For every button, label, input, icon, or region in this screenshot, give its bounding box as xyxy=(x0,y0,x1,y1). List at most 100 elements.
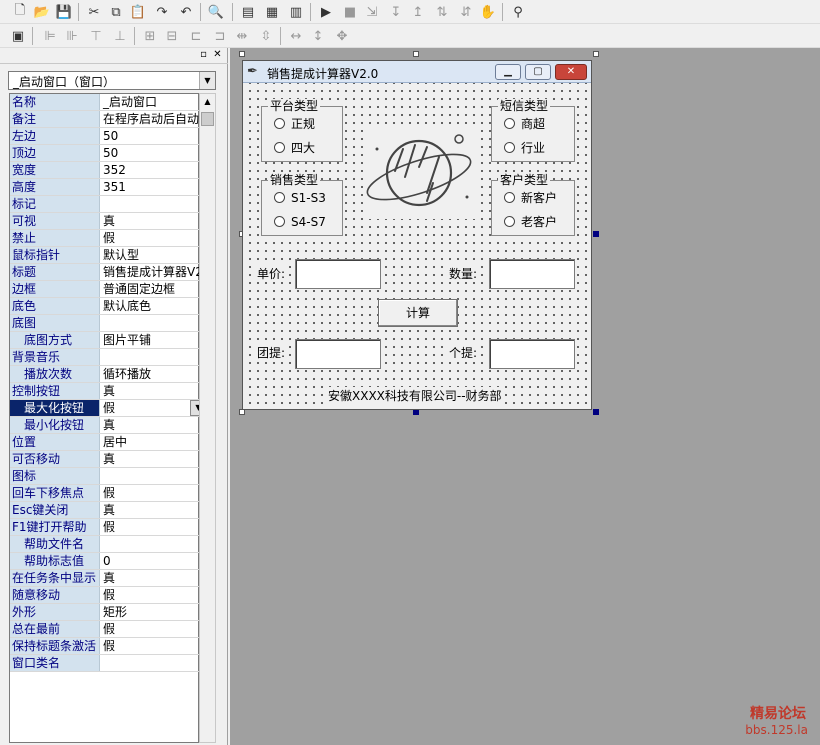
property-row[interactable]: 总在最前假 xyxy=(10,621,200,638)
copy-icon[interactable]: ⧉ xyxy=(106,2,126,22)
property-value[interactable]: 假 xyxy=(102,485,200,501)
personal-commission-input[interactable] xyxy=(489,339,575,369)
property-value[interactable]: 图片平铺 xyxy=(102,332,200,348)
scroll-up-icon[interactable]: ▲ xyxy=(200,94,215,110)
panel-close-icon[interactable]: ✕ xyxy=(212,50,223,61)
chevron-down-icon[interactable]: ▼ xyxy=(199,72,215,89)
property-row[interactable]: 边框 普通固定边框 xyxy=(10,281,200,298)
property-value[interactable]: 假 xyxy=(102,638,200,654)
open-folder-icon[interactable]: 📂 xyxy=(32,2,52,22)
property-row[interactable]: 图标 xyxy=(10,468,200,485)
resize-handle[interactable] xyxy=(593,231,599,237)
property-row[interactable]: 顶边 50 xyxy=(10,145,200,162)
property-value[interactable]: 默认型 xyxy=(102,247,200,263)
property-row[interactable]: 标记 xyxy=(10,196,200,213)
step-3-icon[interactable]: ↥ xyxy=(408,2,428,22)
property-value[interactable]: 居中 xyxy=(102,434,200,450)
redo-icon[interactable]: ↷ xyxy=(152,2,172,22)
property-row[interactable]: 窗口类名 xyxy=(10,655,200,672)
paste-icon[interactable]: 📋 xyxy=(128,2,148,22)
property-value[interactable] xyxy=(102,315,200,331)
undo-icon[interactable]: ↶ xyxy=(176,2,196,22)
property-row[interactable]: 鼠标指针 默认型 xyxy=(10,247,200,264)
radio-sales-1[interactable]: S1-S3 xyxy=(274,190,326,206)
width-icon[interactable]: ↔ xyxy=(286,26,306,46)
property-row[interactable]: 在任务条中显示真 xyxy=(10,570,200,587)
property-row[interactable]: F1键打开帮助假 xyxy=(10,519,200,536)
layout-1-icon[interactable]: ▤ xyxy=(238,2,258,22)
property-value[interactable]: 假 xyxy=(102,400,200,416)
resize-handle[interactable] xyxy=(593,51,599,57)
radio-sms-2[interactable]: 行业 xyxy=(504,140,545,156)
property-value[interactable]: 真 xyxy=(102,383,200,399)
property-row[interactable]: 禁止假 xyxy=(10,230,200,247)
save-icon[interactable]: 💾 xyxy=(54,2,74,22)
property-value[interactable]: 真 xyxy=(102,502,200,518)
space-v-icon[interactable]: ⇳ xyxy=(256,26,276,46)
property-value[interactable] xyxy=(102,196,200,212)
property-value[interactable] xyxy=(102,655,200,671)
property-row[interactable]: 可否移动真 xyxy=(10,451,200,468)
property-value[interactable]: 352 xyxy=(102,162,200,178)
quantity-input[interactable] xyxy=(489,259,575,289)
property-row[interactable]: 标题 销售提成计算器V2 xyxy=(10,264,200,281)
property-value[interactable]: 真 xyxy=(102,417,200,433)
property-row[interactable]: 外形 矩形 xyxy=(10,604,200,621)
property-value[interactable]: 假 xyxy=(102,519,200,535)
cut-icon[interactable]: ✂ xyxy=(84,2,104,22)
object-combo[interactable]: _启动窗口（窗口） ▼ xyxy=(8,71,216,90)
space-h-icon[interactable]: ⇹ xyxy=(232,26,252,46)
layout-2-icon[interactable]: ▦ xyxy=(262,2,282,22)
property-row[interactable]: 可视真 xyxy=(10,213,200,230)
property-row[interactable]: 回车下移焦点假 xyxy=(10,485,200,502)
property-value[interactable]: 在程序启动后自动 xyxy=(102,111,200,127)
team-commission-input[interactable] xyxy=(295,339,381,369)
align-top-icon[interactable]: ⊤ xyxy=(86,26,106,46)
property-value[interactable]: 循环播放 xyxy=(102,366,200,382)
same-height-icon[interactable]: ⊐ xyxy=(210,26,230,46)
step-5-icon[interactable]: ⇵ xyxy=(456,2,476,22)
radio-platform-1[interactable]: 正规 xyxy=(274,116,315,132)
property-row[interactable]: 控制按钮真 xyxy=(10,383,200,400)
property-value[interactable]: 假 xyxy=(102,621,200,637)
scroll-thumb[interactable] xyxy=(201,112,214,126)
property-row[interactable]: 底色 默认底色 xyxy=(10,298,200,315)
property-value[interactable]: 普通固定边框 xyxy=(102,281,200,297)
step-1-icon[interactable]: ⇲ xyxy=(362,2,382,22)
stop-icon[interactable]: ■ xyxy=(340,2,360,22)
step-2-icon[interactable]: ↧ xyxy=(386,2,406,22)
property-value[interactable]: 50 xyxy=(102,128,200,144)
resize-handle[interactable] xyxy=(239,51,245,57)
radio-customer-2[interactable]: 老客户 xyxy=(504,214,557,230)
property-row[interactable]: 背景音乐 xyxy=(10,349,200,366)
resize-handle[interactable] xyxy=(413,51,419,57)
minimize-button[interactable]: ▁ xyxy=(495,64,521,80)
property-value[interactable]: 矩形 xyxy=(102,604,200,620)
property-row[interactable]: 位置 居中 xyxy=(10,434,200,451)
property-value[interactable]: 351 xyxy=(102,179,200,195)
property-row[interactable]: 左边 50 xyxy=(10,128,200,145)
property-row[interactable]: 保持标题条激活假 xyxy=(10,638,200,655)
step-4-icon[interactable]: ⇅ xyxy=(432,2,452,22)
property-value[interactable]: 真 xyxy=(102,570,200,586)
radio-customer-1[interactable]: 新客户 xyxy=(504,190,557,206)
property-row[interactable]: 宽度 352 xyxy=(10,162,200,179)
radio-platform-2[interactable]: 四大 xyxy=(274,140,315,156)
move-icon[interactable]: ✥ xyxy=(332,26,352,46)
property-row[interactable]: 帮助标志值 0 xyxy=(10,553,200,570)
height-icon[interactable]: ↕ xyxy=(308,26,328,46)
radio-sms-1[interactable]: 商超 xyxy=(504,116,545,132)
property-value[interactable]: 默认底色 xyxy=(102,298,200,314)
align-left-icon[interactable]: ⊫ xyxy=(40,26,60,46)
center-h-icon[interactable]: ⊞ xyxy=(140,26,160,46)
property-value[interactable]: 50 xyxy=(102,145,200,161)
property-row[interactable]: 底图 xyxy=(10,315,200,332)
align-right-icon[interactable]: ⊪ xyxy=(62,26,82,46)
layout-3-icon[interactable]: ▥ xyxy=(286,2,306,22)
same-width-icon[interactable]: ⊏ xyxy=(186,26,206,46)
property-value[interactable] xyxy=(102,349,200,365)
property-value[interactable]: _启动窗口 xyxy=(102,94,200,110)
property-row[interactable]: 底图方式 图片平铺 xyxy=(10,332,200,349)
property-value[interactable]: 真 xyxy=(102,213,200,229)
property-row[interactable]: Esc键关闭真 xyxy=(10,502,200,519)
